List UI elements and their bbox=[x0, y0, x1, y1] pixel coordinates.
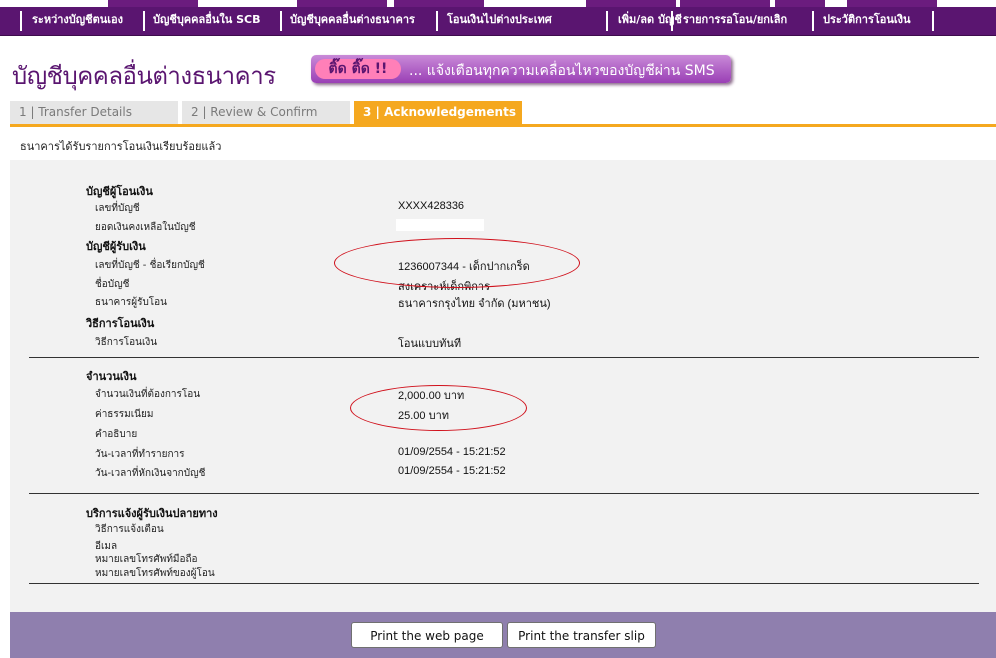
banner-highlight: ติ๊ด ติ๊ด !! bbox=[315, 59, 401, 79]
from-account-no-label: เลขที่บัญชี bbox=[95, 203, 140, 214]
nav-separator bbox=[436, 11, 438, 31]
nav-separator bbox=[671, 11, 673, 31]
nav-item-own-accounts[interactable]: ระหว่างบัญชีตนเอง bbox=[32, 7, 123, 35]
debit-time-label: วัน-เวลาที่หักเงินจากบัญชี bbox=[95, 468, 206, 479]
annotation-circle bbox=[350, 385, 527, 431]
section-divider bbox=[29, 493, 979, 494]
notify-method-label: วิธีการแจ้งเตือน bbox=[95, 524, 164, 535]
top-accent-segment bbox=[680, 0, 770, 7]
notify-heading: บริการแจ้งผู้รับเงินปลายทาง bbox=[86, 507, 218, 520]
txn-time-label: วัน-เวลาที่ทำรายการ bbox=[95, 449, 185, 460]
from-account-no-value: XXXX428336 bbox=[398, 200, 465, 212]
description-label: คำอธิบาย bbox=[95, 429, 138, 440]
balance-redacted bbox=[396, 219, 484, 231]
top-accent-segment bbox=[586, 0, 676, 7]
section-divider bbox=[29, 357, 979, 358]
nav-item-other-scb[interactable]: บัญชีบุคคลอื่นใน SCB bbox=[153, 7, 261, 35]
amount-label: จำนวนเงินที่ต้องการโอน bbox=[95, 389, 201, 400]
print-page-button[interactable]: Print the web page bbox=[351, 622, 503, 648]
amount-heading: จำนวนเงิน bbox=[86, 370, 137, 383]
tab-transfer-details: 1 | Transfer Details bbox=[10, 101, 178, 124]
banner-text: ... แจ้งเตือนทุกความเคลื่อนไหวของบัญชีผ่… bbox=[409, 63, 715, 79]
fee-label: ค่าธรรมเนียม bbox=[95, 409, 154, 420]
tab-underline bbox=[10, 124, 996, 127]
method-heading: วิธีการโอนเงิน bbox=[86, 317, 155, 330]
method-value: โอนแบบทันที bbox=[398, 338, 462, 350]
debit-time-value: 01/09/2554 - 15:21:52 bbox=[398, 465, 506, 477]
to-account-heading: บัญชีผู้รับเงิน bbox=[86, 240, 146, 253]
tab-acknowledgements: 3 | Acknowledgements bbox=[354, 101, 522, 124]
top-navigation: ระหว่างบัญชีตนเอง บัญชีบุคคลอื่นใน SCB บ… bbox=[0, 7, 996, 36]
page-title: บัญชีบุคคลอื่นต่างธนาคาร bbox=[12, 62, 276, 90]
receiving-bank-label: ธนาคารผู้รับโอน bbox=[95, 297, 168, 308]
nav-item-other-bank[interactable]: บัญชีบุคคลอื่นต่างธนาคาร bbox=[290, 7, 415, 35]
tab-review-confirm: 2 | Review & Confirm bbox=[182, 101, 350, 124]
balance-label: ยอดเงินคงเหลือในบัญชี bbox=[95, 222, 196, 233]
txn-time-value: 01/09/2554 - 15:21:52 bbox=[398, 446, 506, 458]
top-accent-segment bbox=[108, 0, 198, 7]
from-account-heading: บัญชีผู้โอนเงิน bbox=[86, 185, 153, 198]
step-tabs: 1 | Transfer Details 2 | Review & Confir… bbox=[10, 101, 996, 124]
nav-separator bbox=[812, 11, 814, 31]
footer-bar bbox=[10, 612, 996, 658]
annotation-circle bbox=[334, 238, 580, 288]
section-divider bbox=[29, 583, 979, 584]
receiving-bank-value: ธนาคารกรุงไทย จำกัด (มหาชน) bbox=[398, 298, 551, 310]
nav-separator bbox=[606, 11, 608, 31]
nav-item-pending[interactable]: รายการรอโอน/ยกเลิก bbox=[683, 7, 787, 35]
top-accent-segment bbox=[394, 0, 484, 7]
notify-sender-phone-label: หมายเลขโทรศัพท์ของผู้โอน bbox=[95, 568, 215, 579]
to-account-name-label: ชื่อบัญชี bbox=[95, 279, 130, 290]
sms-promo-banner[interactable]: ติ๊ด ติ๊ด !! ... แจ้งเตือนทุกความเคลื่อน… bbox=[311, 55, 731, 83]
top-accent-segment bbox=[847, 0, 937, 7]
top-accent-segment bbox=[775, 0, 825, 7]
nav-separator bbox=[20, 11, 22, 31]
method-label: วิธีการโอนเงิน bbox=[95, 337, 158, 348]
notify-mobile-label: หมายเลขโทรศัพท์มือถือ bbox=[95, 554, 198, 565]
nav-separator bbox=[143, 11, 145, 31]
top-accent-strip bbox=[0, 0, 996, 7]
top-accent-segment bbox=[297, 0, 387, 7]
nav-item-international[interactable]: โอนเงินไปต่างประเทศ bbox=[447, 7, 552, 35]
status-message: ธนาคารได้รับรายการโอนเงินเรียบร้อยแล้ว bbox=[20, 140, 222, 153]
to-account-label: เลขที่บัญชี - ชื่อเรียกบัญชี bbox=[95, 260, 205, 271]
print-slip-button[interactable]: Print the transfer slip bbox=[507, 622, 656, 648]
nav-item-history[interactable]: ประวัติการโอนเงิน bbox=[823, 7, 911, 35]
nav-separator bbox=[932, 11, 934, 31]
nav-separator bbox=[280, 11, 282, 31]
